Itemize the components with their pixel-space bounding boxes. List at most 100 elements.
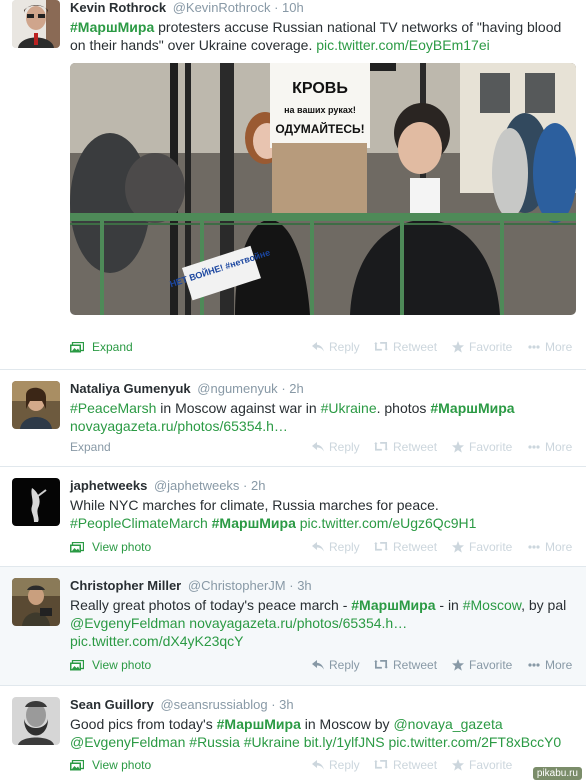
reply-button[interactable]: Reply (312, 340, 360, 354)
avatar[interactable] (12, 0, 60, 48)
timestamp[interactable]: 3h (297, 578, 311, 593)
avatar[interactable] (12, 578, 60, 626)
retweet-button[interactable]: Retweet (374, 658, 437, 672)
tweet-christopher-miller[interactable]: Christopher Miller @ChristopherJM · 3h R… (0, 567, 586, 686)
display-name[interactable]: Sean Guillory (70, 697, 154, 712)
tweet-text: #PeaceMarsh in Moscow against war in #Uk… (70, 400, 515, 434)
tweet-actions: Expand Reply Retweet Favorite More (70, 340, 576, 358)
tweet-photo[interactable]: КРОВЬ на ваших руках! ОДУМАЙТЕСЬ! НЕТ ВО… (70, 63, 576, 315)
hashtag-link[interactable]: #Ukraine (244, 734, 300, 750)
display-name[interactable]: japhetweeks (70, 478, 147, 493)
tweet-japhetweeks[interactable]: japhetweeks @japhetweeks · 2h While NYC … (0, 467, 586, 567)
more-button[interactable]: More (528, 340, 572, 354)
reply-button[interactable]: Reply (312, 540, 360, 554)
url-link[interactable]: bit.ly/1ylfJNS (304, 734, 385, 750)
svg-text:КРОВЬ: КРОВЬ (292, 80, 348, 97)
view-photo-link[interactable]: View photo (70, 758, 151, 772)
screen-name[interactable]: @japhetweeks (154, 478, 239, 493)
favorite-button[interactable]: Favorite (452, 540, 512, 554)
hashtag-link[interactable]: #МаршМира (351, 597, 435, 613)
avatar[interactable] (12, 697, 60, 745)
star-icon (452, 659, 464, 671)
hashtag-link[interactable]: #МаршМира (212, 515, 296, 531)
avatar[interactable] (12, 478, 60, 526)
display-name[interactable]: Kevin Rothrock (70, 0, 166, 15)
expand-link[interactable]: Expand (70, 340, 133, 354)
tweet-kevin-rothrock[interactable]: Kevin Rothrock @KevinRothrock · 10h #Мар… (0, 0, 586, 370)
mention-link[interactable]: @novaya_gazeta (393, 716, 502, 732)
more-dots-icon (528, 545, 540, 549)
hashtag-link[interactable]: #PeaceMarsh (70, 400, 156, 416)
tweet-actions: Expand Reply Retweet Favorite More (70, 440, 576, 458)
retweet-button[interactable]: Retweet (374, 340, 437, 354)
reply-button[interactable]: Reply (312, 758, 360, 772)
hashtag-link[interactable]: #МаршМира (70, 19, 154, 35)
mention-link[interactable]: @EvgenyFeldman (70, 615, 185, 631)
view-photo-link[interactable]: View photo (70, 658, 151, 672)
svg-text:ОДУМАЙТЕСЬ!: ОДУМАЙТЕСЬ! (275, 121, 364, 136)
timestamp[interactable]: 2h (251, 478, 265, 493)
photo-icon (70, 660, 84, 671)
screen-name[interactable]: @KevinRothrock (173, 0, 271, 15)
tweet-header: japhetweeks @japhetweeks · 2h (70, 478, 266, 493)
timestamp[interactable]: 2h (289, 381, 303, 396)
hashtag-link[interactable]: #МаршМира (217, 716, 301, 732)
tweet-text: Really great photos of today's peace mar… (70, 597, 567, 649)
retweet-icon (374, 760, 388, 770)
tweet-actions: View photo Reply Retweet Favorite More (70, 658, 576, 676)
url-link[interactable]: novayagazeta.ru/photos/65354.h… (70, 418, 288, 434)
favorite-button[interactable]: Favorite (452, 340, 512, 354)
photo-icon (70, 542, 84, 553)
pic-link[interactable]: pic.twitter.com/eUgz6Qc9H1 (300, 515, 477, 531)
more-button[interactable]: More (528, 658, 572, 672)
favorite-button[interactable]: Favorite (452, 658, 512, 672)
retweet-button[interactable]: Retweet (374, 440, 437, 454)
more-button[interactable]: More (528, 440, 572, 454)
reply-button[interactable]: Reply (312, 440, 360, 454)
display-name[interactable]: Nataliya Gumenyuk (70, 381, 191, 396)
favorite-button[interactable]: Favorite (452, 758, 512, 772)
hashtag-link[interactable]: #МаршМира (430, 400, 514, 416)
star-icon (452, 341, 464, 353)
star-icon (452, 541, 464, 553)
tweet-header: Christopher Miller @ChristopherJM · 3h (70, 578, 312, 593)
favorite-button[interactable]: Favorite (452, 440, 512, 454)
url-link[interactable]: novayagazeta.ru/photos/65354.h… (189, 615, 407, 631)
star-icon (452, 759, 464, 771)
tweet-header: Kevin Rothrock @KevinRothrock · 10h (70, 0, 304, 15)
tweet-text: While NYC marches for climate, Russia ma… (70, 497, 477, 531)
screen-name[interactable]: @ChristopherJM (188, 578, 286, 593)
more-button[interactable]: More (528, 540, 572, 554)
tweet-text: #МаршМира protesters accuse Russian nati… (70, 19, 562, 53)
view-photo-link[interactable]: View photo (70, 540, 151, 554)
hashtag-link[interactable]: #Moscow (463, 597, 521, 613)
reply-button[interactable]: Reply (312, 658, 360, 672)
mention-link[interactable]: @EvgenyFeldman (70, 734, 185, 750)
display-name[interactable]: Christopher Miller (70, 578, 181, 593)
tweet-header: Nataliya Gumenyuk @ngumenyuk · 2h (70, 381, 304, 396)
timestamp[interactable]: 3h (279, 697, 293, 712)
screen-name[interactable]: @seansrussiablog (160, 697, 267, 712)
avatar[interactable] (12, 381, 60, 429)
more-dots-icon (528, 445, 540, 449)
hashtag-link[interactable]: #Ukraine (321, 400, 377, 416)
screen-name[interactable]: @ngumenyuk (197, 381, 277, 396)
tweet-sean-guillory[interactable]: Sean Guillory @seansrussiablog · 3h Good… (0, 686, 586, 784)
tweet-actions: View photo Reply Retweet Favorite (70, 758, 576, 776)
pic-link[interactable]: pic.twitter.com/dX4yK23qcY (70, 633, 244, 649)
hashtag-link[interactable]: #Russia (189, 734, 240, 750)
reply-icon (312, 442, 324, 452)
pic-link[interactable]: pic.twitter.com/EoyBEm17ei (316, 37, 490, 53)
retweet-icon (374, 542, 388, 552)
more-dots-icon (528, 663, 540, 667)
hashtag-link[interactable]: #PeopleClimateMarch (70, 515, 208, 531)
pic-link[interactable]: pic.twitter.com/2FT8xBccY0 (389, 734, 562, 750)
retweet-icon (374, 342, 388, 352)
retweet-icon (374, 660, 388, 670)
timestamp[interactable]: 10h (282, 0, 304, 15)
retweet-button[interactable]: Retweet (374, 540, 437, 554)
tweet-text: Good pics from today's #МаршМира in Mosc… (70, 716, 562, 750)
retweet-button[interactable]: Retweet (374, 758, 437, 772)
expand-link[interactable]: Expand (70, 440, 111, 454)
tweet-nataliya-gumenyuk[interactable]: Nataliya Gumenyuk @ngumenyuk · 2h #Peace… (0, 370, 586, 467)
